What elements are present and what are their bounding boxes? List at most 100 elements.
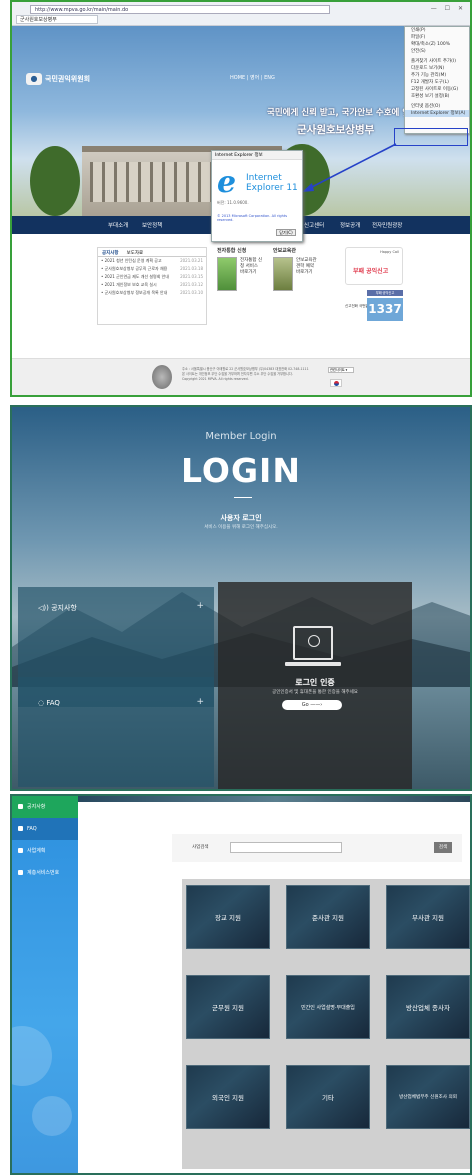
site-logo[interactable]: ● 국민권익위원회 <box>26 73 90 85</box>
download-icon <box>217 257 237 291</box>
sidebar-item-notice[interactable]: 공지사항 <box>12 796 78 818</box>
category-card[interactable]: 준사관 지원 <box>286 885 370 949</box>
report-banner[interactable]: Happy Call 부패 공익신고 <box>345 247 403 285</box>
gnb-item[interactable]: 정보공개 <box>340 221 360 229</box>
menu-item[interactable]: 다운로드 보기(N) <box>405 65 469 72</box>
news-title: • 군사원호보상병부 공무직 근로자 채용 <box>101 266 168 271</box>
news-title: • 2021 군인연금 제도 개선 설명회 안내 <box>101 274 170 279</box>
cert-title: 로그인 인증 <box>295 678 335 687</box>
category-card[interactable]: 민간인 사업설명·부대출입 <box>286 975 370 1039</box>
quick-box-apply[interactable]: 전자통합 신청 전자통합 신청 서비스 바로가기 <box>217 247 263 325</box>
category-card[interactable]: 장교 지원 <box>186 885 270 949</box>
menu-item-ie-info[interactable]: Internet Explorer 정보(A) <box>405 110 469 117</box>
login-title: LOGIN <box>181 451 301 490</box>
news-board: 공지사항 보도자료 2021.03.21 • 2021 청년 인턴십 운영 계획 공… <box>97 247 207 325</box>
menu-item[interactable]: 호환성 보기 설정(B) <box>405 93 469 100</box>
gnb-item[interactable]: 신고센터 <box>304 221 324 229</box>
user-icon <box>308 635 320 647</box>
quick-box-title: 전자통합 신청 <box>217 248 247 254</box>
sidebar-item-faq[interactable]: FAQ <box>12 818 78 840</box>
utility-links[interactable]: HOME | 영어 | ENG <box>230 74 275 81</box>
menu-item[interactable]: 안전(S) <box>405 48 469 55</box>
news-item[interactable]: 2021.03.15 • 2021 군인연금 제도 개선 설명회 안내 <box>98 273 206 281</box>
search-label: 사업검색 <box>192 845 209 850</box>
ie-logo-icon: e <box>217 165 237 200</box>
menu-item[interactable]: 즐겨찾기 사이트 추가(I) <box>405 58 469 65</box>
menu-item[interactable]: 파일(F) <box>405 34 469 41</box>
news-date: 2021.03.12 <box>180 282 203 287</box>
faq-icon <box>18 826 23 831</box>
news-item[interactable]: 2021.03.12 • 2021 개인정보 보호 교육 실시 <box>98 281 206 289</box>
news-item[interactable]: 2021.03.21 • 2021 청년 인턴십 운영 계획 공고 <box>98 257 206 265</box>
faq-label: ◌ FAQ <box>38 699 60 707</box>
document-icon <box>18 848 23 853</box>
category-card[interactable]: 군무원 지원 <box>186 975 270 1039</box>
sidebar-label: FAQ <box>27 826 37 832</box>
top-strip <box>78 796 470 802</box>
building-thumb-icon <box>273 257 293 291</box>
gnb-item[interactable]: 전자민원광장 <box>372 221 402 229</box>
dialog-close-button[interactable]: 닫기(C) <box>276 229 296 236</box>
cert-login-panel: 로그인 인증 공인인증서 및 휴대폰을 통한 인증을 해주세요 Go ——› <box>218 582 412 789</box>
category-card[interactable]: 기타 <box>286 1065 370 1129</box>
quick-box-edu[interactable]: 안보교육관 안보교육관 견학 예약 바로가기 <box>273 247 319 325</box>
news-date: 2021.03.15 <box>180 274 203 279</box>
hotline-banner[interactable]: 부패·공익신고 신고전화 국번없이 1337 <box>345 290 403 323</box>
menu-item[interactable]: 추가 기능 관리(M) <box>405 72 469 79</box>
plus-icon[interactable]: + <box>196 697 204 707</box>
category-card[interactable]: 부사관 지원 <box>386 885 470 949</box>
notice-label: ◁)) 공지사항 <box>38 603 77 613</box>
news-title: • 군사원호보상병부 정보공개 목록 안내 <box>101 290 168 295</box>
sidebar-item-service[interactable]: 계층서비스번호 <box>12 862 78 884</box>
category-card[interactable]: 방산업체법무주 신원조사 의뢰 <box>386 1065 470 1129</box>
speaker-icon: ◁)) <box>38 604 52 612</box>
sidebar-item-plan[interactable]: 사업계획 <box>12 840 78 862</box>
search-input[interactable] <box>230 842 342 853</box>
gnb-item[interactable]: 보안정책 <box>142 221 162 229</box>
go-button[interactable]: Go ——› <box>282 700 342 710</box>
sidebar-label: 사업계획 <box>27 848 46 854</box>
decor-swirl <box>32 1096 72 1136</box>
news-item[interactable]: 2021.03.18 • 군사원호보상병부 공무직 근로자 채용 <box>98 265 206 273</box>
related-site-select[interactable]: 관련사이트 ▾ <box>328 367 354 373</box>
faq-panel[interactable]: ◌ FAQ + <box>18 677 214 787</box>
gnb-item[interactable]: 부대소개 <box>108 221 128 229</box>
footer-copyright: Copyright 2021 MPVA. All rights reserved… <box>182 377 249 381</box>
site-logo-text: 국민권익위원회 <box>45 75 91 83</box>
menu-item[interactable]: 인터넷 옵션(O) <box>405 103 469 110</box>
mic-icon <box>18 804 23 809</box>
title-divider <box>234 497 252 498</box>
banner-title: 부패 공익신고 <box>353 268 389 275</box>
banner-column: Happy Call 부패 공익신고 부패·공익신고 신고전화 국번없이 133… <box>345 247 403 325</box>
menu-item[interactable]: F12 개발자 도구(L) <box>405 79 469 86</box>
news-item[interactable]: 2021.03.10 • 군사원호보상병부 정보공개 목록 안내 <box>98 289 206 297</box>
address-bar[interactable]: http://www.mpva.go.kr/main/main.do <box>30 5 330 14</box>
menu-item[interactable]: 인쇄(P) <box>405 27 469 34</box>
faq-text: FAQ <box>46 699 60 707</box>
search-bar: 사업검색 검색 <box>172 834 462 862</box>
search-button[interactable]: 검색 <box>434 842 452 853</box>
window-controls[interactable]: — ☐ ✕ <box>431 5 466 12</box>
notice-text: 공지사항 <box>51 604 77 612</box>
news-title: • 2021 개인정보 보호 교육 실시 <box>101 282 157 287</box>
browser-tab[interactable]: 군사원호보상병부 <box>16 15 98 24</box>
login-heading: 사용자 로그인 <box>220 514 262 522</box>
news-title: • 2021 청년 인턴십 운영 계획 공고 <box>101 258 162 263</box>
menu-item[interactable]: 고정된 사이트로 이동(G) <box>405 86 469 93</box>
hotline-badge: 부패·공익신고 <box>367 290 403 296</box>
site-footer: 주소 : 서울특별시 용산구 이태원로 22 군사원호보상병부 (우)04383… <box>12 358 470 395</box>
news-date: 2021.03.21 <box>180 258 203 263</box>
category-card[interactable]: 방산업체 종사자 <box>386 975 470 1039</box>
sidebar-label: 공지사항 <box>27 804 46 810</box>
highlight-box <box>394 128 468 146</box>
ie-copyright: © 2013 Microsoft Corporation. All rights… <box>217 214 288 222</box>
business-portal: 공지사항 FAQ 사업계획 계층서비스번호 사업검색 검색 장교 지원 준사관 … <box>10 794 472 1175</box>
browser-toolbar: http://www.mpva.go.kr/main/main.do 군사원호보… <box>12 2 470 26</box>
login-page: Member Login LOGIN 사용자 로그인 서비스 이용을 위해 로그… <box>10 405 472 791</box>
category-card[interactable]: 외국인 지원 <box>186 1065 270 1129</box>
context-menu: 인쇄(P) 파일(F) 확대/축소(Z) 100% 안전(S) 즐겨찾기 사이트… <box>404 26 470 134</box>
hotline-number: 1337 <box>367 298 403 321</box>
menu-item[interactable]: 확대/축소(Z) 100% <box>405 41 469 48</box>
monitor-icon <box>285 626 341 666</box>
plus-icon[interactable]: + <box>196 601 204 611</box>
